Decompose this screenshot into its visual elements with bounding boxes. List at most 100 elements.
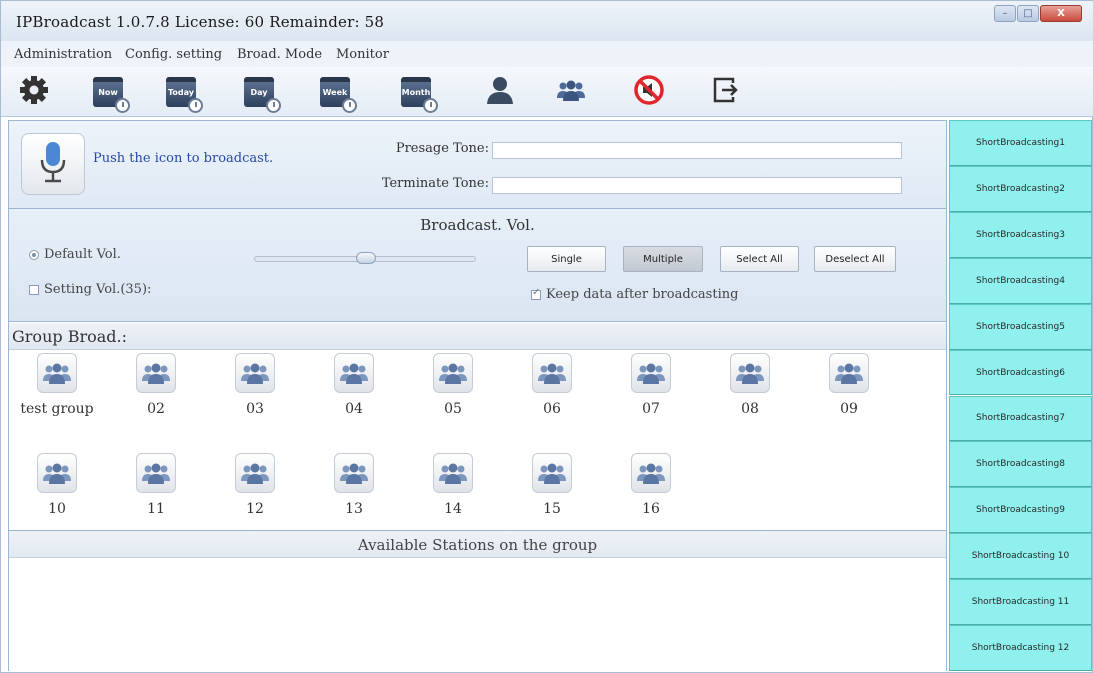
group-item[interactable]: 03 bbox=[215, 353, 295, 433]
short-broadcast-button[interactable]: ShortBroadcasting4 bbox=[949, 257, 1092, 304]
gear-icon bbox=[19, 75, 49, 109]
short-broadcast-button[interactable]: ShortBroadcasting7 bbox=[949, 395, 1092, 442]
menu-broad-mode[interactable]: Broad. Mode bbox=[237, 47, 322, 62]
keep-data-option[interactable]: Keep data after broadcasting bbox=[531, 287, 738, 302]
group-item[interactable]: 06 bbox=[512, 353, 592, 433]
short-broadcast-button[interactable]: ShortBroadcasting3 bbox=[949, 211, 1092, 258]
select-all-button[interactable]: Select All bbox=[720, 246, 799, 272]
checkbox-icon[interactable] bbox=[29, 284, 39, 295]
group-item[interactable]: 10 bbox=[17, 453, 97, 533]
group-icon[interactable] bbox=[532, 353, 572, 393]
group-label: 09 bbox=[840, 401, 858, 417]
group-icon[interactable] bbox=[235, 453, 275, 493]
checkbox-icon[interactable] bbox=[531, 287, 541, 300]
group-item[interactable]: 05 bbox=[413, 353, 493, 433]
calendar-clock-icon: Now bbox=[93, 77, 130, 113]
group-item[interactable]: 07 bbox=[611, 353, 691, 433]
short-broadcast-button[interactable]: ShortBroadcasting9 bbox=[949, 487, 1092, 534]
group-icon[interactable] bbox=[730, 353, 770, 393]
calendar-label: Week bbox=[322, 88, 348, 97]
group-icon[interactable] bbox=[829, 353, 869, 393]
schedule-now-button[interactable]: Now bbox=[88, 73, 130, 113]
group-item[interactable]: 14 bbox=[413, 453, 493, 533]
setting-vol-label: Setting Vol.(35): bbox=[44, 282, 152, 297]
calendar-label: Month bbox=[401, 88, 431, 97]
slider-thumb[interactable] bbox=[356, 252, 376, 264]
deselect-all-button[interactable]: Deselect All bbox=[814, 246, 896, 272]
stations-list[interactable] bbox=[9, 559, 946, 671]
single-button[interactable]: Single bbox=[527, 246, 606, 272]
stop-broadcast-button[interactable] bbox=[629, 73, 669, 111]
exit-button[interactable] bbox=[706, 73, 746, 111]
group-item[interactable]: 02 bbox=[116, 353, 196, 433]
group-icon[interactable] bbox=[334, 453, 374, 493]
short-broadcast-button[interactable]: ShortBroadcasting 11 bbox=[949, 579, 1092, 626]
group-icon[interactable] bbox=[631, 453, 671, 493]
schedule-day-button[interactable]: Day bbox=[239, 73, 281, 113]
schedule-today-button[interactable]: Today bbox=[161, 73, 203, 113]
group-icon[interactable] bbox=[37, 453, 77, 493]
short-broadcast-button[interactable]: ShortBroadcasting6 bbox=[949, 349, 1092, 396]
group-icon[interactable] bbox=[433, 453, 473, 493]
group-label: 06 bbox=[543, 401, 561, 417]
minimize-button[interactable]: – bbox=[994, 5, 1016, 22]
maximize-button[interactable]: □ bbox=[1017, 5, 1039, 22]
group-item[interactable]: test group bbox=[17, 353, 97, 433]
schedule-month-button[interactable]: Month bbox=[396, 73, 438, 113]
stations-title: Available Stations on the group bbox=[357, 536, 598, 554]
group-item[interactable]: 08 bbox=[710, 353, 790, 433]
group-label: 04 bbox=[345, 401, 363, 417]
calendar-clock-icon: Month bbox=[401, 77, 438, 113]
group-item[interactable]: 12 bbox=[215, 453, 295, 533]
group-icon bbox=[556, 78, 586, 106]
multiple-button[interactable]: Multiple bbox=[623, 246, 703, 272]
short-broadcast-button[interactable]: ShortBroadcasting1 bbox=[949, 120, 1092, 166]
group-button[interactable] bbox=[551, 73, 591, 111]
calendar-label: Day bbox=[250, 88, 268, 97]
group-item[interactable]: 04 bbox=[314, 353, 394, 433]
group-item[interactable]: 13 bbox=[314, 453, 394, 533]
group-item[interactable]: 11 bbox=[116, 453, 196, 533]
keep-data-label: Keep data after broadcasting bbox=[546, 287, 739, 302]
menu-administration[interactable]: Administration bbox=[14, 47, 112, 62]
calendar-clock-icon: Day bbox=[244, 77, 281, 113]
radio-icon[interactable] bbox=[29, 249, 39, 260]
push-hint: Push the icon to broadcast. bbox=[93, 151, 274, 166]
window-title: IPBroadcast 1.0.7.8 License: 60 Remainde… bbox=[16, 13, 385, 31]
group-icon[interactable] bbox=[136, 353, 176, 393]
group-label: 07 bbox=[642, 401, 660, 417]
menu-monitor[interactable]: Monitor bbox=[336, 47, 389, 62]
group-icon[interactable] bbox=[334, 353, 374, 393]
short-broadcast-button[interactable]: ShortBroadcasting 10 bbox=[949, 533, 1092, 580]
group-icon[interactable] bbox=[136, 453, 176, 493]
broadcast-mic-button[interactable] bbox=[21, 133, 85, 195]
group-icon[interactable] bbox=[235, 353, 275, 393]
volume-slider[interactable] bbox=[254, 252, 476, 264]
setting-vol-option[interactable]: Setting Vol.(35): bbox=[29, 282, 151, 297]
group-item[interactable]: 16 bbox=[611, 453, 691, 533]
menu-config-setting[interactable]: Config. setting bbox=[125, 47, 222, 62]
short-broadcast-button[interactable]: ShortBroadcasting2 bbox=[949, 165, 1092, 212]
short-broadcast-button[interactable]: ShortBroadcasting 12 bbox=[949, 625, 1092, 671]
window-controls: – □ X bbox=[994, 5, 1082, 22]
group-icon[interactable] bbox=[631, 353, 671, 393]
group-item[interactable]: 09 bbox=[809, 353, 889, 433]
group-icon[interactable] bbox=[433, 353, 473, 393]
group-icon[interactable] bbox=[532, 453, 572, 493]
group-broad-title: Group Broad.: bbox=[12, 327, 127, 346]
default-vol-option[interactable]: Default Vol. bbox=[29, 247, 121, 262]
short-broadcast-button[interactable]: ShortBroadcasting5 bbox=[949, 303, 1092, 350]
calendar-clock-icon: Week bbox=[320, 77, 357, 113]
user-icon bbox=[485, 75, 515, 109]
group-icon[interactable] bbox=[37, 353, 77, 393]
group-label: 10 bbox=[48, 501, 66, 517]
default-vol-label: Default Vol. bbox=[44, 247, 121, 262]
terminate-tone-input[interactable] bbox=[492, 177, 902, 194]
schedule-week-button[interactable]: Week bbox=[315, 73, 357, 113]
group-item[interactable]: 15 bbox=[512, 453, 592, 533]
settings-button[interactable] bbox=[14, 73, 54, 111]
user-button[interactable] bbox=[480, 73, 520, 111]
presage-tone-input[interactable] bbox=[492, 142, 902, 159]
short-broadcast-button[interactable]: ShortBroadcasting8 bbox=[949, 441, 1092, 488]
close-button[interactable]: X bbox=[1040, 5, 1082, 22]
